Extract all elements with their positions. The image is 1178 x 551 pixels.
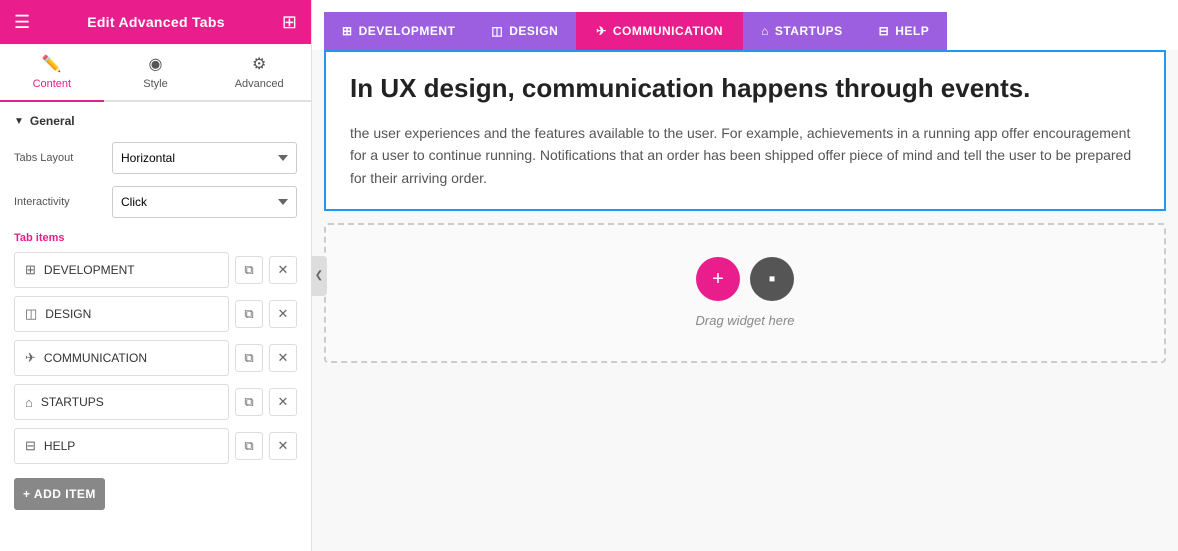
style-tab-icon: ◉ — [149, 54, 163, 74]
startups-tab-icon: ⌂ — [761, 24, 769, 38]
design-item-label: DESIGN — [45, 307, 91, 321]
list-item: ⌂ STARTUPS ⧉ ✕ — [0, 380, 311, 424]
tab-button-development[interactable]: ⊞ DEVELOPMENT — [324, 12, 473, 50]
tab-item-help[interactable]: ⊟ HELP — [14, 428, 229, 464]
interactivity-label: Interactivity — [14, 196, 104, 208]
development-delete-button[interactable]: ✕ — [269, 256, 297, 284]
help-tab-icon: ⊟ — [879, 24, 890, 38]
development-item-icon: ⊞ — [25, 262, 36, 278]
help-item-label: HELP — [44, 439, 75, 453]
panel-header-title: Edit Advanced Tabs — [87, 14, 225, 30]
tab-style[interactable]: ◉ Style — [104, 44, 208, 100]
left-panel: ☰ Edit Advanced Tabs ⊞ ✏️ Content ◉ Styl… — [0, 0, 312, 551]
interactivity-row: Interactivity Click Hover — [0, 180, 311, 224]
design-item-icon: ◫ — [25, 306, 37, 322]
general-arrow-icon: ▼ — [14, 116, 24, 127]
tab-button-design[interactable]: ◫ DESIGN — [473, 12, 576, 50]
development-tab-label: DEVELOPMENT — [359, 24, 456, 38]
design-tab-icon: ◫ — [491, 24, 503, 38]
panel-tabs: ✏️ Content ◉ Style ⚙ Advanced — [0, 44, 311, 102]
interactivity-select[interactable]: Click Hover — [112, 186, 297, 218]
tab-button-startups[interactable]: ⌂ STARTUPS — [743, 12, 861, 50]
help-delete-button[interactable]: ✕ — [269, 432, 297, 460]
communication-tab-label: COMMUNICATION — [613, 24, 723, 38]
panel-body: ▼ General Tabs Layout Horizontal Vertica… — [0, 102, 311, 551]
general-section-label: General — [30, 114, 75, 128]
communication-item-label: COMMUNICATION — [44, 351, 147, 365]
hamburger-icon[interactable]: ☰ — [14, 12, 30, 33]
startups-item-label: STARTUPS — [41, 395, 104, 409]
tabs-bar: ⊞ DEVELOPMENT ◫ DESIGN ✈ COMMUNICATION ⌂… — [312, 0, 1178, 50]
content-tab-label: Content — [33, 78, 72, 90]
collapse-handle[interactable]: ❮ — [311, 256, 327, 296]
tabs-layout-select[interactable]: Horizontal Vertical — [112, 142, 297, 174]
advanced-tab-label: Advanced — [235, 78, 284, 90]
advanced-tab-icon: ⚙ — [252, 54, 266, 74]
communication-tab-icon: ✈ — [596, 24, 607, 38]
tab-button-help[interactable]: ⊟ HELP — [861, 12, 948, 50]
tab-item-startups[interactable]: ⌂ STARTUPS — [14, 384, 229, 420]
tabs-layout-label: Tabs Layout — [14, 152, 104, 164]
tab-items-section-label: Tab items — [0, 224, 311, 248]
content-body: the user experiences and the features av… — [350, 122, 1140, 189]
development-item-label: DEVELOPMENT — [44, 263, 135, 277]
widget-type-button[interactable]: ▪ — [750, 257, 794, 301]
list-item: ◫ DESIGN ⧉ ✕ — [0, 292, 311, 336]
tab-button-communication[interactable]: ✈ COMMUNICATION — [576, 12, 743, 50]
communication-delete-button[interactable]: ✕ — [269, 344, 297, 372]
content-area: In UX design, communication happens thro… — [324, 50, 1166, 211]
design-duplicate-button[interactable]: ⧉ — [235, 300, 263, 328]
help-tab-label: HELP — [895, 24, 929, 38]
communication-item-icon: ✈ — [25, 350, 36, 366]
drop-zone[interactable]: + ▪ Drag widget here — [324, 223, 1166, 363]
development-duplicate-button[interactable]: ⧉ — [235, 256, 263, 284]
tabs-layout-row: Tabs Layout Horizontal Vertical — [0, 136, 311, 180]
list-item: ✈ COMMUNICATION ⧉ ✕ — [0, 336, 311, 380]
tab-item-design[interactable]: ◫ DESIGN — [14, 296, 229, 332]
style-tab-label: Style — [143, 78, 167, 90]
help-item-icon: ⊟ — [25, 438, 36, 454]
list-item: ⊞ DEVELOPMENT ⧉ ✕ — [0, 248, 311, 292]
tab-item-communication[interactable]: ✈ COMMUNICATION — [14, 340, 229, 376]
tab-item-development[interactable]: ⊞ DEVELOPMENT — [14, 252, 229, 288]
development-tab-icon: ⊞ — [342, 24, 353, 38]
list-item: ⊟ HELP ⧉ ✕ — [0, 424, 311, 468]
drop-zone-label: Drag widget here — [696, 313, 795, 328]
startups-tab-label: STARTUPS — [775, 24, 843, 38]
right-panel: ❮ ⊞ DEVELOPMENT ◫ DESIGN ✈ COMMUNICATION… — [312, 0, 1178, 551]
add-item-button[interactable]: + ADD ITEM — [14, 478, 105, 510]
drop-zone-icons: + ▪ — [696, 257, 794, 301]
add-widget-button[interactable]: + — [696, 257, 740, 301]
tab-advanced[interactable]: ⚙ Advanced — [207, 44, 311, 100]
panel-header: ☰ Edit Advanced Tabs ⊞ — [0, 0, 311, 44]
startups-item-icon: ⌂ — [25, 395, 33, 410]
grid-icon[interactable]: ⊞ — [282, 12, 297, 33]
communication-duplicate-button[interactable]: ⧉ — [235, 344, 263, 372]
content-heading: In UX design, communication happens thro… — [350, 72, 1140, 106]
general-section-header[interactable]: ▼ General — [0, 102, 311, 136]
startups-delete-button[interactable]: ✕ — [269, 388, 297, 416]
startups-duplicate-button[interactable]: ⧉ — [235, 388, 263, 416]
design-delete-button[interactable]: ✕ — [269, 300, 297, 328]
help-duplicate-button[interactable]: ⧉ — [235, 432, 263, 460]
tab-content[interactable]: ✏️ Content — [0, 44, 104, 100]
content-tab-icon: ✏️ — [42, 54, 62, 74]
design-tab-label: DESIGN — [509, 24, 558, 38]
